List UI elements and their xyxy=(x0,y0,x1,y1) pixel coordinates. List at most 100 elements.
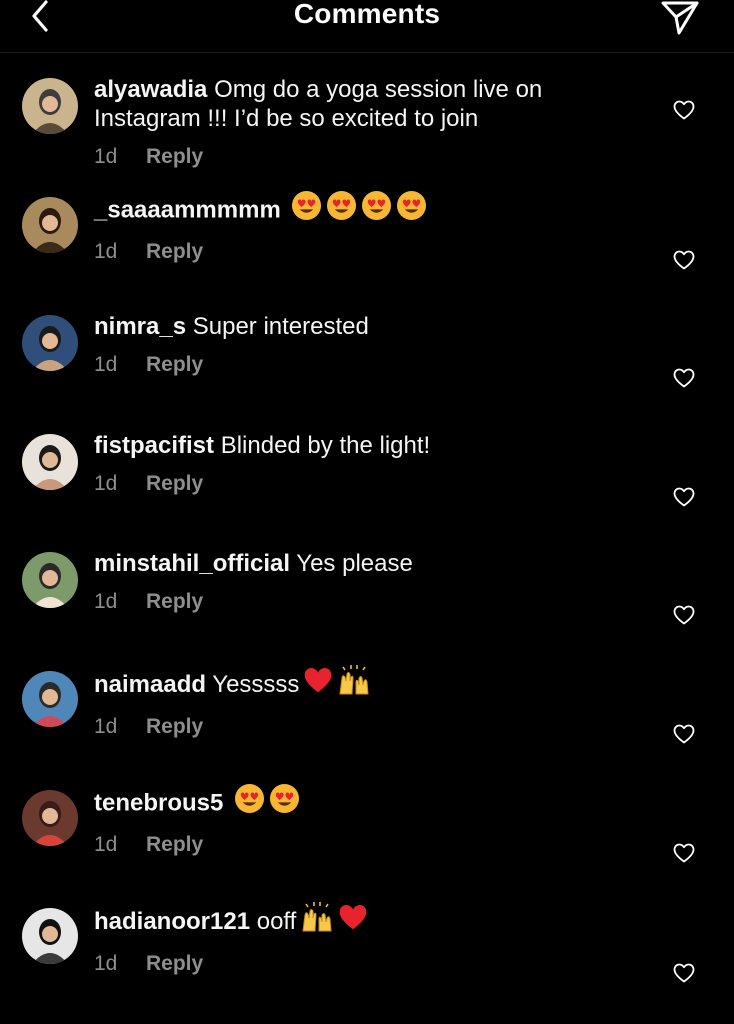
reply-button[interactable]: Reply xyxy=(146,590,203,614)
heart-eyes-emoji xyxy=(396,190,427,228)
heart-outline-icon xyxy=(673,487,695,507)
avatar[interactable] xyxy=(22,196,78,253)
heart-eyes-emoji xyxy=(269,783,300,821)
reply-button[interactable]: Reply xyxy=(146,353,203,377)
comment-item: hadianoor121 ooff 1d Reply xyxy=(0,883,734,1002)
comment-body: fistpacifist Blinded by the light! 1d Repl… xyxy=(94,431,594,496)
comment-timestamp: 1d xyxy=(94,145,118,168)
comment-text: _saaaammmmm xyxy=(94,190,594,228)
heart-outline-icon xyxy=(673,605,695,625)
comment-item: fistpacifist Blinded by the light! 1d Repl… xyxy=(0,409,734,528)
heart-eyes-emoji xyxy=(291,190,322,228)
avatar[interactable] xyxy=(22,670,78,727)
comment-body: minstahil_official Yes please 1d Reply xyxy=(94,549,594,614)
heart-outline-icon xyxy=(673,724,695,744)
avatar[interactable] xyxy=(22,433,78,490)
comment-item: alyawadia Omg do a yoga session live on … xyxy=(0,53,734,172)
heart-eyes-emoji xyxy=(234,783,265,821)
heart-eyes-emoji xyxy=(326,190,357,228)
comment-text: nimra_s Super interested xyxy=(94,312,594,341)
header-bar: Comments xyxy=(0,0,734,53)
like-button[interactable] xyxy=(672,961,696,985)
comment-item: tenebrous5 1d Reply xyxy=(0,765,734,884)
like-button[interactable] xyxy=(672,248,696,272)
comment-meta: 1d Reply xyxy=(94,833,594,857)
like-button[interactable] xyxy=(672,603,696,627)
comment-message: Super interested xyxy=(192,313,369,341)
comment-timestamp: 1d xyxy=(94,239,118,263)
comment-meta: 1d Reply xyxy=(94,715,594,739)
comment-timestamp: 1d xyxy=(94,714,118,738)
heart-outline-icon xyxy=(673,100,695,120)
heart-outline-icon xyxy=(673,368,695,388)
comment-body: nimra_s Super interested 1d Reply xyxy=(94,312,594,377)
reply-button[interactable]: Reply xyxy=(146,952,203,976)
paper-plane-icon xyxy=(661,1,699,35)
comment-username[interactable]: _saaaammmmm xyxy=(94,196,281,223)
comment-meta: 1d Reply xyxy=(94,353,594,377)
comment-meta: 1d Reply xyxy=(94,952,594,976)
red-heart-emoji xyxy=(338,902,368,939)
comment-timestamp: 1d xyxy=(94,471,118,495)
comment-body: alyawadia Omg do a yoga session live on … xyxy=(94,75,594,169)
red-heart-emoji xyxy=(303,665,333,702)
comment-username[interactable]: tenebrous5 xyxy=(94,789,223,816)
reply-button[interactable]: Reply xyxy=(146,833,203,857)
comment-username[interactable]: alyawadia xyxy=(94,76,207,103)
comment-text: tenebrous5 xyxy=(94,783,594,821)
comment-username[interactable]: hadianoor121 xyxy=(94,908,250,935)
comment-timestamp: 1d xyxy=(94,952,118,976)
like-button[interactable] xyxy=(672,722,696,746)
comment-text: alyawadia Omg do a yoga session live on … xyxy=(94,75,594,133)
comment-username[interactable]: nimra_s xyxy=(94,313,186,340)
comment-message: Yes please xyxy=(296,550,413,578)
raising-hands-emoji xyxy=(300,901,334,940)
avatar[interactable] xyxy=(22,315,78,372)
comment-item: naimaadd Yesssss 1d Reply xyxy=(0,646,734,765)
comment-body: hadianoor121 ooff 1d Reply xyxy=(94,902,594,976)
avatar[interactable] xyxy=(22,78,78,134)
comment-timestamp: 1d xyxy=(94,590,118,614)
comment-list: alyawadia Omg do a yoga session live on … xyxy=(0,53,734,1002)
comment-meta: 1d Reply xyxy=(94,472,594,496)
heart-outline-icon xyxy=(673,843,695,862)
comment-message: Blinded by the light! xyxy=(220,431,431,459)
avatar[interactable] xyxy=(22,908,78,965)
comment-timestamp: 1d xyxy=(94,832,118,856)
like-button[interactable] xyxy=(672,98,696,122)
heart-outline-icon xyxy=(673,250,695,269)
page-title: Comments xyxy=(293,0,441,29)
comment-item: nimra_s Super interested 1d Reply xyxy=(0,290,734,409)
avatar[interactable] xyxy=(22,552,78,609)
comment-text: hadianoor121 ooff xyxy=(94,902,594,940)
comment-username[interactable]: minstahil_official xyxy=(94,550,290,577)
avatar[interactable] xyxy=(22,789,78,846)
reply-button[interactable]: Reply xyxy=(146,472,203,496)
comment-body: tenebrous5 1d Reply xyxy=(94,783,594,857)
raising-hands-emoji xyxy=(337,664,371,703)
heart-eyes-emoji xyxy=(361,190,392,228)
comment-message: Yesssss xyxy=(212,670,300,698)
comment-username[interactable]: naimaadd xyxy=(94,671,206,698)
comment-meta: 1d Reply xyxy=(94,145,594,169)
comment-item: minstahil_official Yes please 1d Reply xyxy=(0,527,734,646)
comment-text: minstahil_official Yes please xyxy=(94,549,594,578)
reply-button[interactable]: Reply xyxy=(146,715,203,739)
reply-button[interactable]: Reply xyxy=(146,240,203,264)
comment-timestamp: 1d xyxy=(94,353,118,377)
comment-message: ooff xyxy=(256,908,297,935)
share-button[interactable] xyxy=(660,0,700,36)
comment-text: naimaadd Yesssss xyxy=(94,664,594,703)
comment-body: _saaaammmmm 1d Reply xyxy=(94,190,594,264)
heart-outline-icon xyxy=(673,963,695,983)
comment-item: _saaaammmmm 1d Reply xyxy=(0,172,734,291)
reply-button[interactable]: Reply xyxy=(146,145,203,169)
like-button[interactable] xyxy=(672,841,696,865)
like-button[interactable] xyxy=(672,366,696,390)
comment-text: fistpacifist Blinded by the light! xyxy=(94,431,594,460)
comment-meta: 1d Reply xyxy=(94,590,594,614)
like-button[interactable] xyxy=(672,485,696,509)
comment-username[interactable]: fistpacifist xyxy=(94,432,214,459)
comment-meta: 1d Reply xyxy=(94,240,594,264)
comment-body: naimaadd Yesssss 1d Reply xyxy=(94,664,594,739)
